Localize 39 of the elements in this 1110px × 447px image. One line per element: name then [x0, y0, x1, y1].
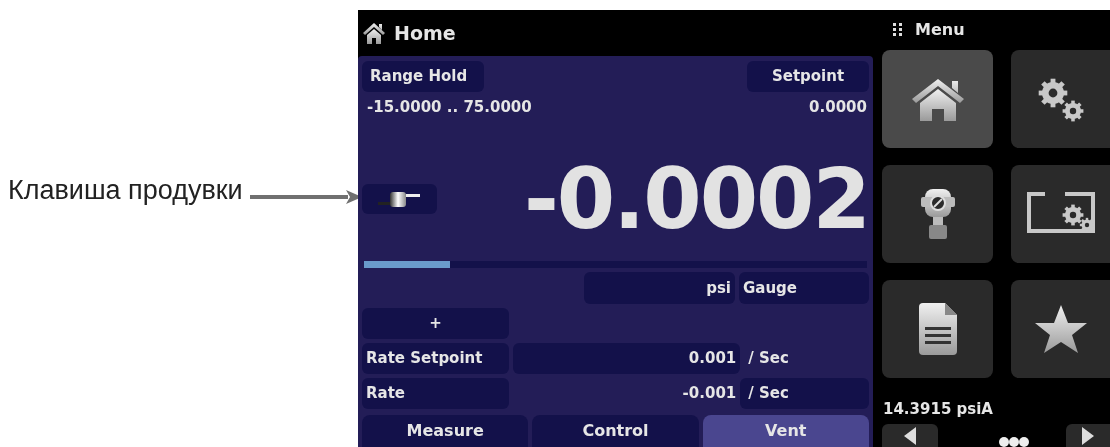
menu-tile[interactable] — [882, 164, 993, 263]
menu-tile[interactable] — [1011, 49, 1110, 148]
gauge-mode-button[interactable]: Gauge — [739, 272, 869, 304]
regulator-icon — [920, 186, 955, 241]
menu-tile[interactable] — [1011, 164, 1110, 263]
rate-unit: / Sec — [740, 378, 869, 409]
home-icon — [362, 21, 386, 45]
callout-label: Клавиша продувки — [8, 174, 243, 207]
range-hold-button[interactable]: Range Hold — [362, 61, 484, 92]
mode-tab[interactable]: Control — [532, 415, 699, 447]
mode-tab[interactable]: Vent — [702, 415, 869, 447]
plus-button[interactable]: + — [362, 308, 509, 339]
menu-title: Menu — [915, 18, 965, 41]
next-button[interactable] — [1065, 424, 1110, 447]
star-icon — [1033, 303, 1088, 354]
rate-button[interactable]: Rate Setpoint — [362, 343, 509, 374]
right-triangle-icon — [1081, 426, 1094, 445]
pressure-reading: -0.0002 — [524, 156, 869, 241]
left-triangle-icon — [903, 426, 916, 445]
range-value: -15.0000 .. 75.0000 — [367, 96, 532, 118]
menu-tile[interactable] — [882, 279, 993, 378]
rate-button[interactable]: Rate — [362, 378, 509, 409]
mode-tab[interactable]: Measure — [362, 415, 529, 447]
document-icon — [916, 302, 959, 355]
barometric-reading: 14.3915 psiA — [883, 398, 994, 420]
grid-dots-icon — [893, 22, 903, 37]
screen-title: Home — [394, 20, 456, 46]
unit-button[interactable]: psi — [584, 272, 735, 304]
rate-setpoint-field[interactable]: 0.001 — [512, 343, 741, 374]
menu-tile[interactable] — [1011, 279, 1110, 378]
plug-icon — [377, 189, 422, 208]
previous-button[interactable] — [882, 424, 938, 447]
menu-tile[interactable] — [882, 49, 993, 148]
setpoint-value: 0.0000 — [809, 96, 867, 118]
rate-unit: / Sec — [747, 348, 790, 370]
setpoint-button[interactable]: Setpoint — [747, 61, 869, 92]
page-dots-icon — [998, 437, 1029, 447]
purge-key[interactable] — [362, 183, 437, 214]
rate-value: -0.001 — [681, 383, 738, 405]
